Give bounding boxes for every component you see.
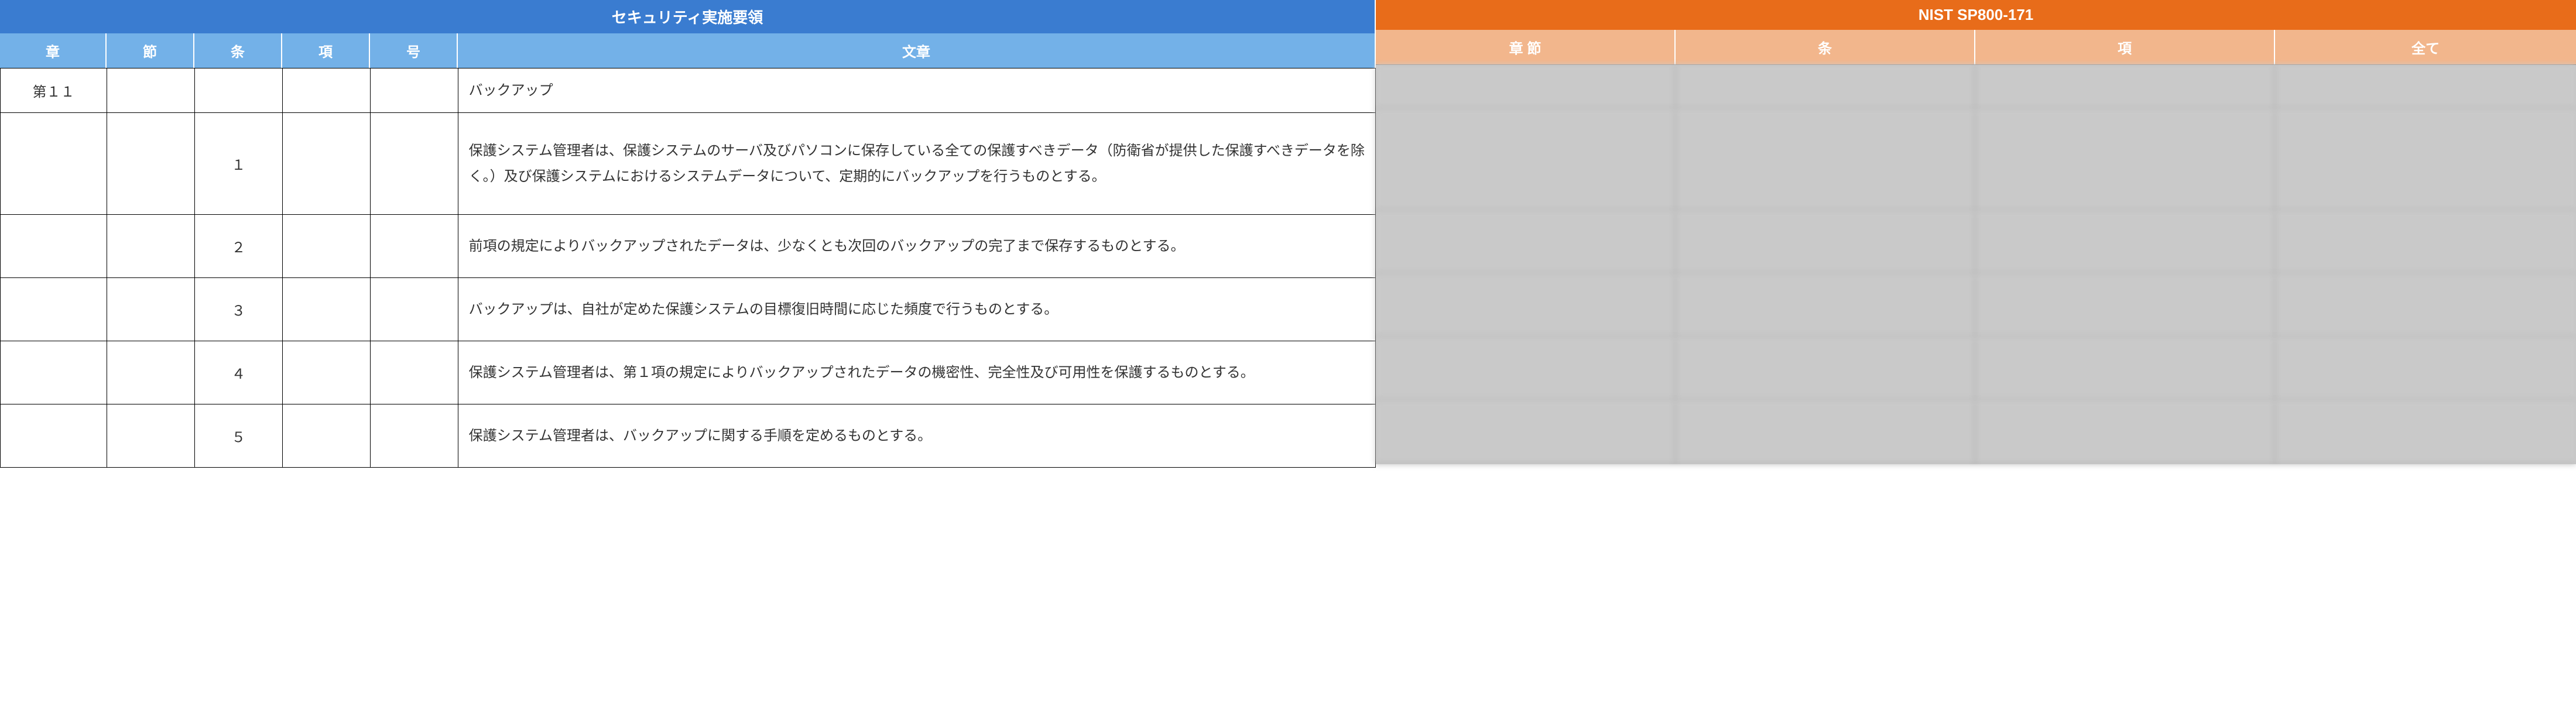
cell xyxy=(1975,401,2275,464)
right-title: NIST SP800-171 xyxy=(1376,0,2576,30)
cell xyxy=(2275,109,2576,211)
cell-gou xyxy=(371,68,458,112)
left-header-setsu: 節 xyxy=(107,33,194,68)
cell xyxy=(1376,211,1676,274)
cell xyxy=(1676,109,1975,211)
cell-bun: バックアップは、自社が定めた保護システムの目標復旧時間に応じた頻度で行うものとす… xyxy=(458,278,1376,341)
left-header-bun: 文章 xyxy=(458,33,1376,68)
table-row: ４ 保護システム管理者は、第１項の規定によりバックアップされたデータの機密性、完… xyxy=(1,341,1376,404)
cell-gou xyxy=(371,113,458,214)
cell-jo: ３ xyxy=(195,278,283,341)
table-row: ５ 保護システム管理者は、バックアップに関する手順を定めるものとする。 xyxy=(1,404,1376,468)
table-row xyxy=(1376,275,2576,338)
cell xyxy=(1975,275,2275,337)
cell xyxy=(1376,65,1676,109)
right-header-chapter-section: 章 節 xyxy=(1376,30,1676,64)
cell-kou xyxy=(283,215,371,277)
table-row xyxy=(1376,401,2576,464)
cell xyxy=(1676,211,1975,274)
cell-jo: ２ xyxy=(195,215,283,277)
cell-jo xyxy=(195,68,283,112)
cell-sho xyxy=(1,404,107,467)
table-row xyxy=(1376,65,2576,109)
cell xyxy=(1975,211,2275,274)
cell-setsu xyxy=(107,278,195,341)
cell-jo: ５ xyxy=(195,404,283,467)
cell-gou xyxy=(371,278,458,341)
cell-setsu xyxy=(107,341,195,404)
right-header-article: 条 xyxy=(1676,30,1975,64)
cell-kou xyxy=(283,404,371,467)
cell-jo: １ xyxy=(195,113,283,214)
left-header: 章 節 条 項 号 文章 xyxy=(0,33,1376,68)
cell-kou xyxy=(283,278,371,341)
cell-setsu xyxy=(107,68,195,112)
table-row xyxy=(1376,109,2576,211)
cell-kou xyxy=(283,113,371,214)
cell xyxy=(1975,109,2275,211)
cell xyxy=(1676,65,1975,109)
cell-bun: 保護システム管理者は、バックアップに関する手順を定めるものとする。 xyxy=(458,404,1376,467)
cell-setsu xyxy=(107,113,195,214)
right-panel: NIST SP800-171 章 節 条 項 全て xyxy=(1376,0,2576,468)
right-table xyxy=(1376,64,2576,464)
table-row xyxy=(1376,338,2576,401)
cell-bun: 前項の規定によりバックアップされたデータは、少なくとも次回のバックアップの完了ま… xyxy=(458,215,1376,277)
left-header-jo: 条 xyxy=(194,33,282,68)
right-header-all: 全て xyxy=(2275,30,2576,64)
left-panel: セキュリティ実施要領 章 節 条 項 号 文章 第１１ バックアップ １ xyxy=(0,0,1376,468)
left-table: 第１１ バックアップ １ 保護システム管理者は、保護システムのサーバ及びパソコン… xyxy=(0,68,1376,468)
cell xyxy=(2275,401,2576,464)
cell-bun: 保護システム管理者は、保護システムのサーバ及びパソコンに保存している全ての保護す… xyxy=(458,113,1376,214)
cell-setsu xyxy=(107,404,195,467)
cell xyxy=(1376,109,1676,211)
cell xyxy=(2275,65,2576,109)
cell xyxy=(1376,338,1676,400)
cell-bun: 保護システム管理者は、第１項の規定によりバックアップされたデータの機密性、完全性… xyxy=(458,341,1376,404)
cell xyxy=(1975,338,2275,400)
table-row: 第１１ バックアップ xyxy=(1,68,1376,113)
cell xyxy=(1676,401,1975,464)
left-title: セキュリティ実施要領 xyxy=(0,0,1376,33)
table-row xyxy=(1376,211,2576,275)
cell-sho xyxy=(1,341,107,404)
cell xyxy=(2275,338,2576,400)
cell xyxy=(1676,275,1975,337)
table-row: ３ バックアップは、自社が定めた保護システムの目標復旧時間に応じた頻度で行うもの… xyxy=(1,278,1376,341)
cell-jo: ４ xyxy=(195,341,283,404)
right-header: 章 節 条 項 全て xyxy=(1376,30,2576,64)
cell xyxy=(1975,65,2275,109)
cell-bun: バックアップ xyxy=(458,68,1376,112)
cell xyxy=(2275,275,2576,337)
table-row: ２ 前項の規定によりバックアップされたデータは、少なくとも次回のバックアップの完… xyxy=(1,215,1376,278)
cell xyxy=(2275,211,2576,274)
cell-setsu xyxy=(107,215,195,277)
cell-sho: 第１１ xyxy=(1,68,107,112)
cell-kou xyxy=(283,68,371,112)
cell xyxy=(1376,275,1676,337)
cell xyxy=(1676,338,1975,400)
cell-gou xyxy=(371,404,458,467)
cell-sho xyxy=(1,278,107,341)
left-header-gou: 号 xyxy=(370,33,458,68)
cell-gou xyxy=(371,215,458,277)
cell-gou xyxy=(371,341,458,404)
right-header-paragraph: 項 xyxy=(1975,30,2275,64)
cell-kou xyxy=(283,341,371,404)
cell-sho xyxy=(1,215,107,277)
left-header-kou: 項 xyxy=(282,33,370,68)
left-header-sho: 章 xyxy=(0,33,107,68)
cell-sho xyxy=(1,113,107,214)
cell xyxy=(1376,401,1676,464)
table-row: １ 保護システム管理者は、保護システムのサーバ及びパソコンに保存している全ての保… xyxy=(1,113,1376,215)
